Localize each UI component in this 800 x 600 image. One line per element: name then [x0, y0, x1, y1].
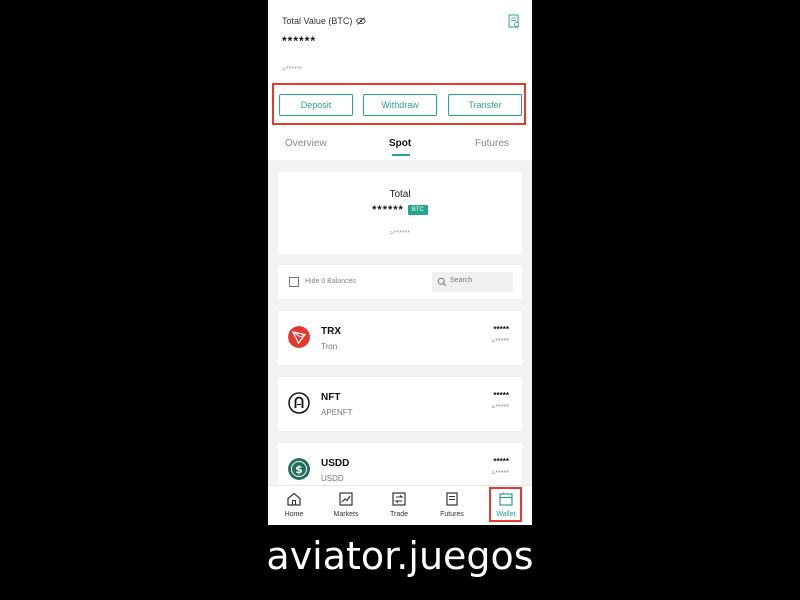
filter-bar: Hide 0 Balances Search: [278, 265, 522, 299]
futures-icon: [446, 492, 458, 506]
nav-trade[interactable]: Trade: [373, 486, 425, 525]
hide-zero-checkbox[interactable]: [289, 277, 299, 287]
search-placeholder: Search: [450, 277, 473, 284]
asset-amount: *****: [493, 391, 509, 400]
transfer-button[interactable]: Transfer: [448, 94, 522, 116]
asset-value: ≈*****: [491, 338, 509, 345]
asset-row-trx[interactable]: TRX Tron ***** ≈*****: [278, 311, 522, 365]
wallet-highlight-box: [489, 487, 522, 522]
spot-total-card: Total ****** BTC ≈******: [278, 172, 522, 254]
nav-home[interactable]: Home: [268, 486, 320, 525]
apenft-icon: [288, 392, 310, 414]
bottom-nav: Home Markets Trade Futures Wallet: [268, 485, 532, 525]
history-doc-icon[interactable]: [508, 14, 520, 28]
asset-name: Tron: [321, 342, 338, 351]
total-value-header: Total Value (BTC): [282, 16, 367, 26]
withdraw-button[interactable]: Withdraw: [363, 94, 437, 116]
total-value-card: Total Value (BTC) ****** ≈****** Deposit…: [268, 0, 532, 160]
spot-total-approx: ≈******: [389, 230, 411, 237]
spot-total-amount: ******: [372, 204, 404, 216]
total-value-approx: ≈******: [282, 66, 303, 73]
usdd-icon: $: [288, 458, 310, 480]
eye-hidden-icon[interactable]: [356, 16, 367, 26]
total-value-amount: ******: [282, 34, 317, 48]
currency-badge: BTC: [407, 205, 428, 215]
total-value-label: Total Value (BTC): [282, 16, 353, 26]
asset-name: APENFT: [321, 408, 353, 417]
active-tab-indicator: [392, 154, 410, 156]
deposit-button[interactable]: Deposit: [279, 94, 353, 116]
asset-row-nft[interactable]: NFT APENFT ***** ≈*****: [278, 377, 522, 431]
home-icon: [287, 492, 301, 506]
asset-symbol: USDD: [321, 458, 350, 469]
markets-icon: [339, 492, 353, 506]
nav-label: Trade: [389, 511, 409, 518]
trade-icon: [392, 492, 406, 506]
nav-futures[interactable]: Futures: [426, 486, 478, 525]
asset-value: ≈*****: [491, 470, 509, 477]
asset-symbol: TRX: [321, 326, 341, 337]
watermark-text: aviator.juegos: [266, 534, 534, 578]
tron-icon: [288, 326, 310, 348]
svg-text:$: $: [295, 463, 303, 476]
nav-label: Home: [284, 511, 304, 518]
asset-name: USDD: [321, 474, 344, 483]
asset-amount: *****: [493, 457, 509, 466]
nav-markets[interactable]: Markets: [320, 486, 372, 525]
nav-label: Markets: [333, 511, 359, 518]
phone-screen: Total Value (BTC) ****** ≈****** Deposit…: [268, 0, 532, 525]
nav-label: Futures: [440, 511, 464, 518]
asset-value: ≈*****: [491, 404, 509, 411]
tab-futures[interactable]: Futures: [475, 138, 509, 149]
tab-overview[interactable]: Overview: [285, 138, 327, 149]
search-icon: [437, 277, 447, 287]
asset-amount: *****: [493, 325, 509, 334]
spot-total-row: ****** BTC: [278, 204, 522, 216]
wallet-tabs: Overview Spot Futures: [268, 134, 532, 160]
spot-total-label: Total: [389, 189, 411, 200]
asset-symbol: NFT: [321, 392, 341, 403]
hide-zero-label: Hide 0 Balances: [305, 278, 356, 285]
search-input[interactable]: Search: [432, 272, 513, 292]
tab-spot[interactable]: Spot: [389, 138, 411, 149]
